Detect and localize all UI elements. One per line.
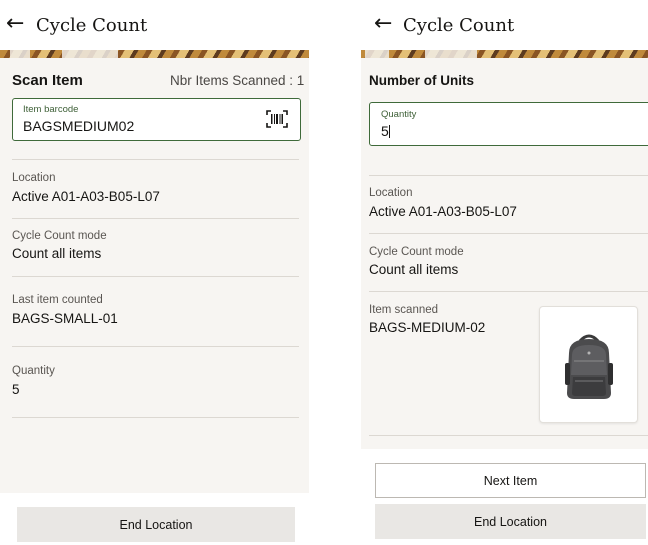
bottom-action-bar: Next Item End Location [361,449,648,545]
header-banner [361,50,648,58]
location-label: Location [12,172,56,184]
quantity-value: 5 [12,382,20,397]
banner-highlight [365,50,389,58]
scan-item-title: Scan Item [12,72,83,89]
divider [369,435,648,436]
cycle-count-mode-value: Count all items [12,246,102,261]
header: ← Cycle Count [0,0,309,50]
banner-highlight [10,50,30,58]
divider [12,218,299,219]
next-item-button[interactable]: Next Item [375,463,646,498]
right-screen: ← Cycle Count Number of Units Quantity 5… [361,0,648,545]
last-item-value: BAGS-SMALL-01 [12,311,118,326]
cycle-count-mode-label: Cycle Count mode [12,230,107,242]
item-scanned-value: BAGS-MEDIUM-02 [369,320,486,335]
item-barcode-field[interactable]: Item barcode BAGSMEDIUM02 [12,98,301,141]
items-scanned-count: Nbr Items Scanned : 1 [170,73,305,88]
location-label: Location [369,187,413,199]
cycle-count-mode-value: Count all items [369,262,459,277]
page-title: Cycle Count [36,15,148,36]
item-barcode-label: Item barcode [23,104,79,115]
divider [369,175,648,176]
divider [369,233,648,234]
back-arrow-icon[interactable]: ← [6,13,24,35]
cycle-count-mode-label: Cycle Count mode [369,246,464,258]
backpack-image [565,334,613,399]
barcode-scan-icon[interactable] [266,110,288,128]
left-screen: ← Cycle Count Scan Item Nbr Items Scanne… [0,0,309,545]
page-title: Cycle Count [403,15,515,36]
location-value: Active A01-A03-B05-L07 [369,204,517,219]
banner-highlight [62,50,118,58]
banner-highlight [425,50,477,58]
divider [12,159,299,160]
number-of-units-title: Number of Units [369,73,475,88]
divider [12,276,299,277]
quantity-label: Quantity [12,365,55,377]
quantity-field-label: Quantity [381,109,417,120]
divider [12,346,299,347]
quantity-field-value: 5 [381,123,390,139]
item-image-card [539,306,638,423]
header-banner [0,50,309,58]
divider [12,417,299,418]
end-location-button[interactable]: End Location [375,504,646,539]
location-value: Active A01-A03-B05-L07 [12,189,160,204]
bottom-action-bar: End Location [0,493,309,545]
last-item-label: Last item counted [12,294,103,306]
divider [369,291,648,292]
end-location-button[interactable]: End Location [17,507,295,542]
item-barcode-value: BAGSMEDIUM02 [23,118,135,134]
quantity-field[interactable]: Quantity 5 [369,102,648,146]
back-arrow-icon[interactable]: ← [374,13,392,35]
header: ← Cycle Count [361,0,648,50]
item-scanned-label: Item scanned [369,304,439,316]
